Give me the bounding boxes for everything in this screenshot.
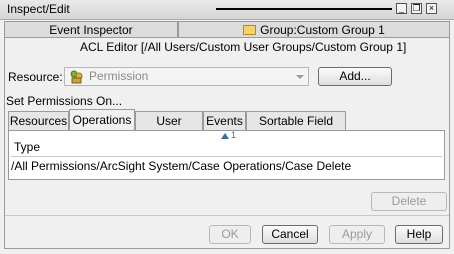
tab-user-groups[interactable]: User Groups [135,111,203,146]
permissions-table: 1 Type /All Permissions/ArcSight System/… [8,130,445,180]
title-bar: Inspect/Edit _ ❐ × [0,0,454,20]
editor-title: ACL Editor [/All Users/Custom User Group… [80,40,407,54]
footer-divider [5,215,449,216]
tab-events-label: Events [206,114,243,128]
help-button[interactable]: Help [395,225,443,244]
tab-events[interactable]: Events [203,111,246,130]
resource-select-value: Permission [89,69,149,83]
tab-resources-label: Resources [9,114,68,128]
title-bar-grip[interactable] [216,8,392,10]
add-button[interactable]: Add... [318,67,392,86]
folder-icon [243,25,257,35]
resource-label: Resource: [8,70,63,84]
resource-select[interactable]: Permission [64,67,309,86]
window-title: Inspect/Edit [7,2,70,16]
restore-button[interactable]: ❐ [411,3,422,14]
tab-sortable-field-sets[interactable]: Sortable Field Sets [246,111,346,146]
column-header-type-label: Type [14,140,41,154]
table-row[interactable]: /All Permissions/ArcSight System/Case Op… [11,157,442,175]
ok-button[interactable]: OK [209,225,251,244]
cancel-button[interactable]: Cancel [262,225,318,244]
delete-button[interactable]: Delete [371,192,447,211]
apply-button[interactable]: Apply [329,225,385,244]
close-button[interactable]: × [426,3,437,14]
minimize-button[interactable]: _ [396,3,407,14]
table-row-type: /All Permissions/ArcSight System/Case Op… [11,159,352,173]
column-header-type[interactable]: Type [11,139,442,157]
tab-group-label: Group:Custom Group 1 [260,23,385,37]
tab-operations-label: Operations [72,113,132,127]
permission-icon [70,70,83,84]
tab-event-inspector-label: Event Inspector [49,23,133,37]
tab-operations[interactable]: Operations [69,109,135,131]
tab-resources[interactable]: Resources [8,111,69,130]
chevron-down-icon [296,75,304,79]
set-permissions-label: Set Permissions On... [6,94,123,108]
